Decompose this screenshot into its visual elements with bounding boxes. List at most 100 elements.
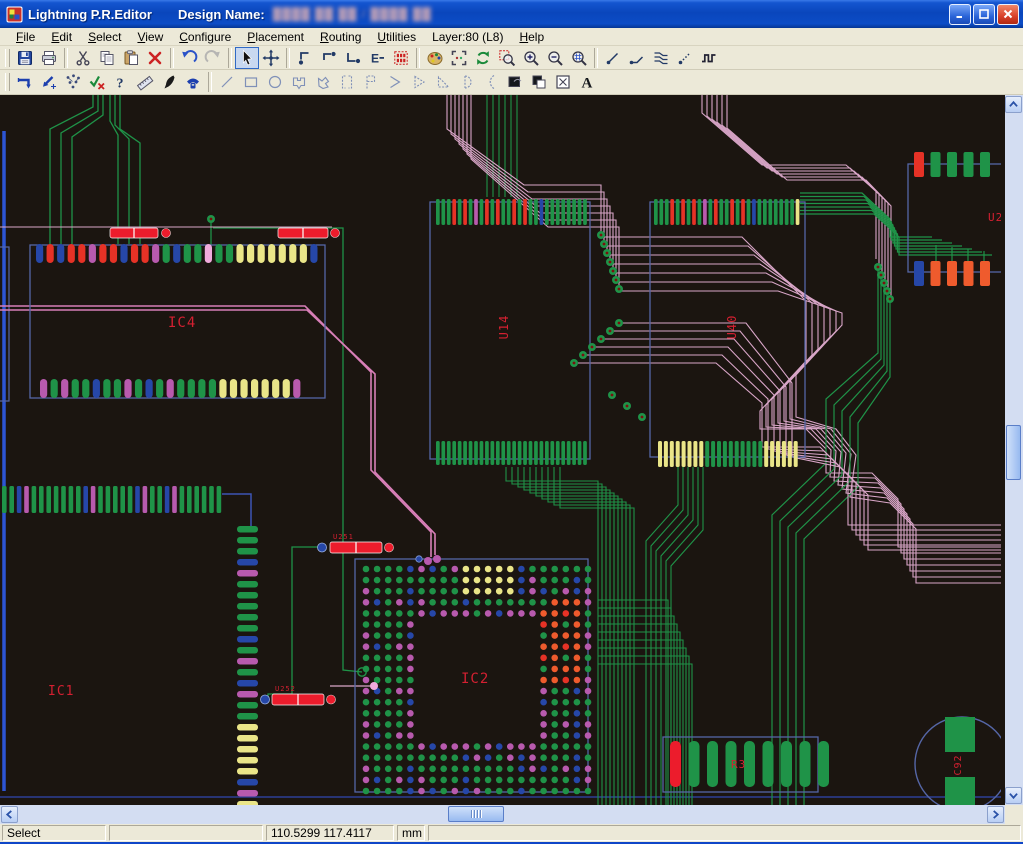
undo-button[interactable] — [177, 47, 201, 69]
trace — [213, 228, 362, 672]
filled-rect-button[interactable] — [503, 71, 527, 93]
scroll-up-button[interactable] — [1005, 96, 1022, 113]
print-icon — [40, 49, 58, 67]
zoom-overview-icon — [570, 49, 588, 67]
via — [588, 343, 596, 351]
status-bar: Select 110.5299 117.4117 mm — [0, 824, 1023, 842]
route-corner-1-button[interactable] — [293, 47, 317, 69]
print-button[interactable] — [37, 47, 61, 69]
draw-blob-button[interactable] — [311, 71, 335, 93]
draw-arrow-icon — [386, 73, 404, 91]
maximize-button[interactable] — [973, 4, 995, 25]
vertical-scroll-thumb[interactable] — [1006, 425, 1021, 480]
scroll-right-button[interactable] — [987, 806, 1004, 823]
copy-button[interactable] — [95, 47, 119, 69]
draw-line-button[interactable] — [215, 71, 239, 93]
multi-route-button[interactable] — [649, 47, 673, 69]
draw-arrow-button[interactable] — [383, 71, 407, 93]
menu-item-help[interactable]: Help — [511, 29, 552, 45]
palette-button[interactable] — [423, 47, 447, 69]
boxed-x-icon — [554, 73, 572, 91]
line-corner-button[interactable] — [625, 47, 649, 69]
horizontal-scroll-thumb[interactable] — [448, 806, 504, 822]
zoom-window-button[interactable] — [495, 47, 519, 69]
toolbar-grip[interactable] — [5, 49, 10, 67]
draw-halfcircle-button[interactable] — [455, 71, 479, 93]
pin-e-button[interactable]: E — [365, 47, 389, 69]
scrollbar-corner — [1005, 805, 1023, 824]
route-corner-3-button[interactable] — [341, 47, 365, 69]
select-button[interactable] — [235, 47, 259, 69]
zoom-in-button[interactable] — [519, 47, 543, 69]
redo-button[interactable] — [201, 47, 225, 69]
menu-item-file[interactable]: File — [8, 29, 43, 45]
route-corner-2-button[interactable] — [317, 47, 341, 69]
resistor-component — [278, 228, 340, 238]
draw-bracket-button[interactable] — [335, 71, 359, 93]
save-button[interactable] — [13, 47, 37, 69]
menu-item-routing[interactable]: Routing — [312, 29, 369, 45]
toolbar-separator — [170, 48, 174, 68]
menu-item-select[interactable]: Select — [80, 29, 129, 45]
move-button[interactable] — [259, 47, 283, 69]
overlap-rects-button[interactable] — [527, 71, 551, 93]
via — [424, 557, 432, 565]
menu-item-placement[interactable]: Placement — [239, 29, 312, 45]
draw-rect-button[interactable] — [239, 71, 263, 93]
meander-button[interactable] — [697, 47, 721, 69]
zoom-overview-button[interactable] — [567, 47, 591, 69]
trace — [0, 310, 435, 555]
draw-right-triangle-button[interactable] — [431, 71, 455, 93]
cut-button[interactable] — [71, 47, 95, 69]
menu-item-edit[interactable]: Edit — [43, 29, 80, 45]
toolbar-separator — [416, 48, 420, 68]
help-icon: ? — [112, 73, 130, 91]
draw-poly-button[interactable] — [287, 71, 311, 93]
design-check-button[interactable] — [85, 71, 109, 93]
draw-arc-button[interactable] — [479, 71, 503, 93]
pcb-canvas[interactable]: IC4U14U40U2IC1IC2R3C92U251U252 — [0, 95, 1005, 805]
vertical-scrollbar[interactable] — [1005, 95, 1023, 805]
line-dotted-button[interactable] — [673, 47, 697, 69]
refdes-label-IC4: IC4 — [168, 315, 196, 331]
via — [623, 402, 631, 410]
help-button[interactable]: ? — [109, 71, 133, 93]
line-diagonal-button[interactable] — [601, 47, 625, 69]
boxed-x-button[interactable] — [551, 71, 575, 93]
redo-icon — [204, 49, 222, 67]
pad-column — [237, 526, 258, 805]
menu-item-layer-80-l8-[interactable]: Layer:80 (L8) — [424, 29, 511, 45]
via — [615, 319, 623, 327]
toolbar-grip[interactable] — [5, 73, 10, 91]
pad-row — [914, 261, 990, 286]
draw-flag-button[interactable] — [359, 71, 383, 93]
net-scatter-button[interactable] — [61, 71, 85, 93]
line-corner-icon — [628, 49, 646, 67]
menu-item-utilities[interactable]: Utilities — [369, 29, 424, 45]
refresh-button[interactable] — [471, 47, 495, 69]
scroll-left-button[interactable] — [1, 806, 18, 823]
scroll-down-button[interactable] — [1005, 787, 1022, 804]
trace-bundle — [110, 95, 118, 244]
draw-circle-button[interactable] — [263, 71, 287, 93]
delete-button[interactable] — [143, 47, 167, 69]
fit-view-button[interactable] — [447, 47, 471, 69]
push-route-button[interactable] — [13, 71, 37, 93]
draw-triangle-button[interactable] — [407, 71, 431, 93]
menu-item-view[interactable]: View — [129, 29, 171, 45]
pad-row — [658, 441, 798, 467]
paste-button[interactable] — [119, 47, 143, 69]
horizontal-scrollbar[interactable] — [0, 805, 1005, 824]
phone-button[interactable] — [181, 71, 205, 93]
minimize-button[interactable] — [949, 4, 971, 25]
route-t-button[interactable] — [37, 71, 61, 93]
measure-button[interactable] — [133, 71, 157, 93]
grid-pads-button[interactable] — [389, 47, 413, 69]
net-scatter-icon — [64, 73, 82, 91]
text-tool-button[interactable]: A — [575, 71, 599, 93]
pen-button[interactable] — [157, 71, 181, 93]
menu-item-configure[interactable]: Configure — [171, 29, 239, 45]
close-button[interactable] — [997, 4, 1019, 25]
draw-rect-icon — [242, 73, 260, 91]
zoom-out-button[interactable] — [543, 47, 567, 69]
